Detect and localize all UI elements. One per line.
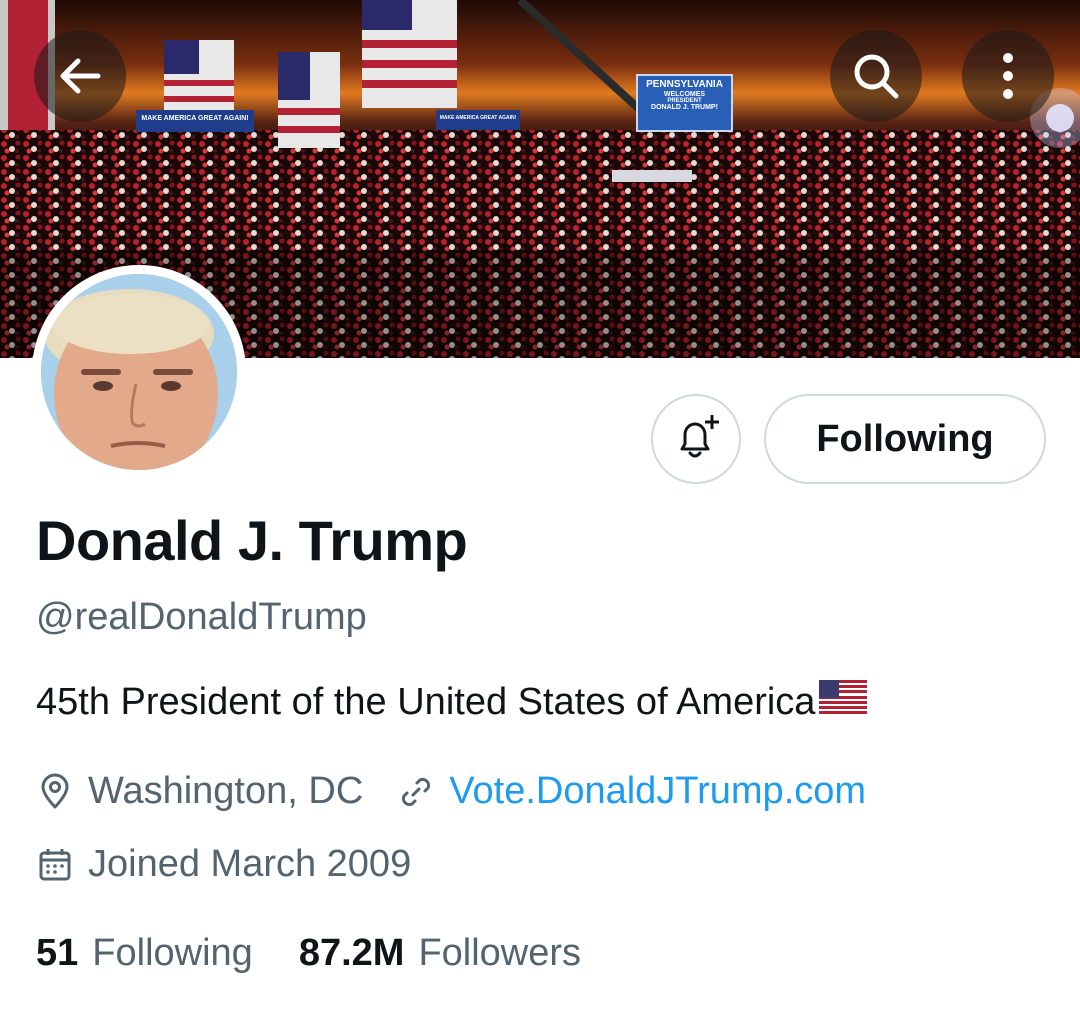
banner-sign-1: MAKE AMERICA GREAT AGAIN! (141, 115, 249, 122)
big-sign-line2: WELCOMES (663, 90, 706, 98)
profile-handle: @realDonaldTrump (36, 596, 367, 638)
calendar-icon (36, 846, 74, 884)
avatar[interactable] (32, 265, 246, 479)
location-text: Washington, DC (88, 770, 364, 812)
followers-count: 87.2M (298, 932, 405, 974)
search-icon (854, 54, 899, 99)
bell-plus-icon (680, 415, 719, 458)
avatar-image (41, 274, 237, 470)
big-sign-line4: DONALD J. TRUMP! (651, 104, 718, 112)
search-button[interactable] (830, 30, 922, 122)
profile-bio: 45th President of the United States of A… (36, 680, 868, 724)
banner-big-sign: PENNSYLVANIA WELCOMES PRESIDENT DONALD J… (637, 79, 732, 112)
us-flag-icon (819, 680, 868, 724)
joined-text: Joined March 2009 (88, 843, 412, 885)
profile-stats: 51 Following 87.2M Followers (36, 932, 581, 975)
more-vertical-icon (1003, 53, 1013, 99)
following-count: 51 (36, 932, 79, 974)
profile-meta-joined-row: Joined March 2009 (36, 843, 411, 886)
banner-sign-2: MAKE AMERICA GREAT AGAIN! (439, 115, 517, 121)
followers-stat[interactable]: 87.2M Followers (299, 932, 581, 975)
followers-stat-label: Followers (418, 932, 582, 974)
website-link[interactable]: Vote.DonaldJTrump.com (449, 770, 866, 813)
profile-page: MAKE AMERICA GREAT AGAIN! MAKE AMERICA G… (0, 0, 1080, 1028)
following-button[interactable]: Following (764, 394, 1046, 484)
big-sign-line1: PENNSYLVANIA (646, 79, 723, 90)
following-stat-label: Following (92, 932, 253, 974)
back-button[interactable] (34, 30, 126, 122)
location-icon (36, 773, 74, 811)
arrow-left-icon (60, 58, 101, 94)
following-stat[interactable]: 51 Following (36, 932, 253, 975)
notifications-button[interactable] (651, 394, 741, 484)
link-icon (397, 773, 435, 811)
profile-name: Donald J. Trump (36, 509, 468, 572)
bio-text: 45th President of the United States of A… (36, 680, 816, 723)
profile-meta-location-row: Washington, DC Vote.DonaldJTrump.com (36, 770, 866, 813)
more-button[interactable] (962, 30, 1054, 122)
